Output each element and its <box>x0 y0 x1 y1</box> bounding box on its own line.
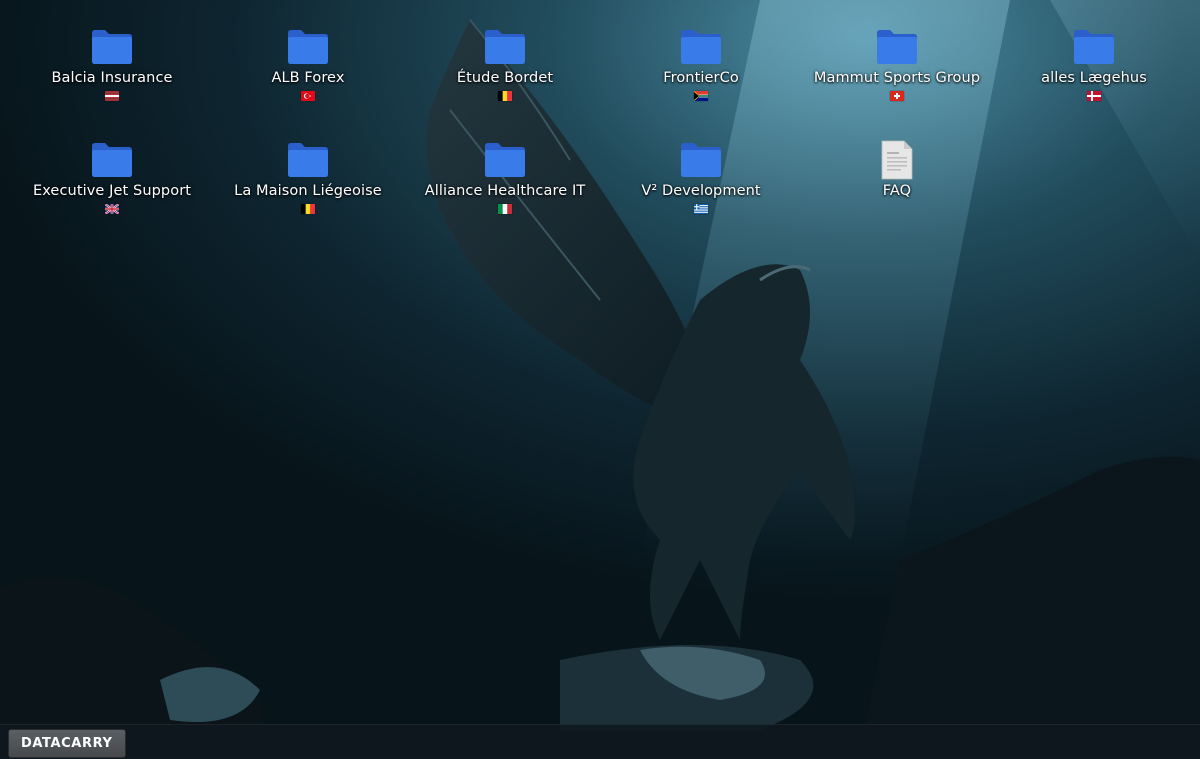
folder-icon <box>92 143 132 177</box>
italy-flag-icon <box>498 204 512 214</box>
taskbar: DATACARRY <box>0 724 1200 759</box>
desktop-item-label: ALB Forex <box>271 70 345 86</box>
desktop-folder-item[interactable]: ALB Forex <box>210 27 406 101</box>
folder-icon <box>288 30 328 64</box>
greece-flag-icon <box>694 204 708 214</box>
belgium-flag-icon <box>498 91 512 101</box>
desktop-item-label: V² Development <box>641 183 761 199</box>
document-icon <box>881 140 913 180</box>
start-button[interactable]: DATACARRY <box>8 729 126 758</box>
desktop-item-label: FrontierCo <box>663 70 739 86</box>
desktop-item-label: FAQ <box>882 183 912 199</box>
folder-icon <box>485 30 525 64</box>
desktop-item-label: La Maison Liégeoise <box>234 183 382 199</box>
united-kingdom-flag-icon <box>105 204 119 214</box>
denmark-flag-icon <box>1087 91 1101 101</box>
desktop-folder-item[interactable]: FrontierCo <box>603 27 799 101</box>
desktop-item-label: Balcia Insurance <box>51 70 173 86</box>
folder-icon <box>288 143 328 177</box>
desktop-folder-item[interactable]: Balcia Insurance <box>14 27 210 101</box>
folder-icon <box>485 143 525 177</box>
folder-icon <box>681 143 721 177</box>
switzerland-flag-icon <box>890 91 904 101</box>
folder-icon <box>681 30 721 64</box>
south-africa-flag-icon <box>694 91 708 101</box>
desktop: Balcia Insurance ALB Forex Étude Bordet Fro… <box>0 0 1200 720</box>
desktop-folder-item[interactable]: Étude Bordet <box>407 27 603 101</box>
latvia-flag-icon <box>105 91 119 101</box>
folder-icon <box>1074 30 1114 64</box>
desktop-folder-item[interactable]: V² Development <box>603 140 799 214</box>
folder-icon <box>92 30 132 64</box>
desktop-file-item[interactable]: FAQ <box>799 140 995 200</box>
desktop-folder-item[interactable]: Alliance Healthcare IT <box>407 140 603 214</box>
desktop-folder-item[interactable]: La Maison Liégeoise <box>210 140 406 214</box>
desktop-item-label: Alliance Healthcare IT <box>424 183 586 199</box>
desktop-item-label: Executive Jet Support <box>32 183 192 199</box>
desktop-folder-item[interactable]: Mammut Sports Group <box>799 27 995 101</box>
desktop-folder-item[interactable]: Executive Jet Support <box>14 140 210 214</box>
desktop-folder-item[interactable]: alles Lægehus <box>996 27 1192 101</box>
folder-icon <box>877 30 917 64</box>
turkey-flag-icon <box>301 91 315 101</box>
desktop-item-label: Étude Bordet <box>456 70 554 86</box>
desktop-item-label: alles Lægehus <box>1041 70 1147 86</box>
desktop-item-label: Mammut Sports Group <box>813 70 981 86</box>
belgium-flag-icon <box>301 204 315 214</box>
